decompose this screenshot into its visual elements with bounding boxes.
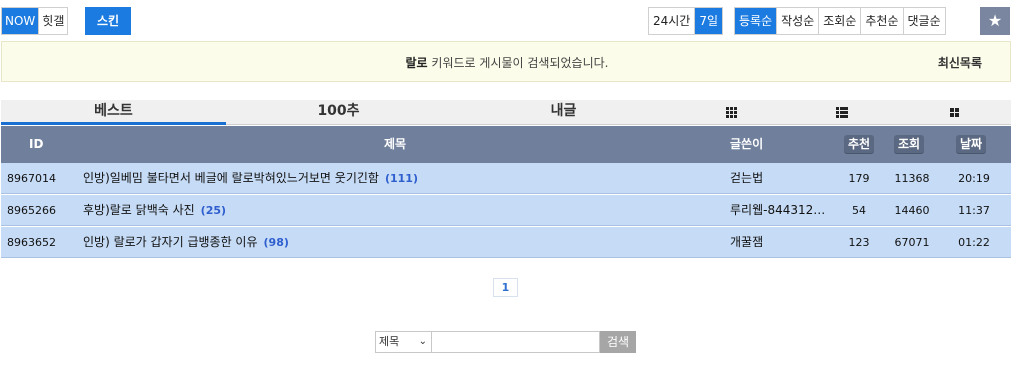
header-author: 글쓴이 — [730, 137, 764, 151]
filter-7d-button[interactable]: 7일 — [695, 8, 723, 34]
sort-recommend-button[interactable]: 추천순 — [861, 8, 904, 34]
time-filter-group: 24시간 7일 — [648, 7, 724, 35]
post-title-text[interactable]: 인방)일베밈 불타면서 베글에 랄로박혀있느거보면 웃기긴함 — [83, 171, 379, 185]
sort-comments-button[interactable]: 댓글순 — [903, 8, 945, 34]
tab-best[interactable]: 베스트 — [1, 100, 226, 125]
table-row[interactable]: 8963652 인방) 랄로가 갑자기 급뱅종한 이유 (98) 개꿀잼 123 … — [1, 227, 1011, 258]
header-id: ID — [29, 137, 44, 151]
header-title: 제목 — [384, 137, 407, 151]
post-id: 8965266 — [7, 204, 56, 217]
post-recommend: 179 — [848, 172, 870, 185]
chevron-down-icon: ⌄ — [418, 336, 427, 347]
search-button[interactable]: 검색 — [600, 331, 636, 353]
table-header: ID 제목 글쓴이 추천 조회 날짜 — [1, 126, 1011, 163]
page-1-link[interactable]: 1 — [493, 278, 518, 297]
now-gallery-toggle: NOW 힛갤 — [1, 7, 69, 35]
recommend-sort-pill[interactable]: 추천 — [844, 135, 875, 153]
search-type-value: 제목 — [379, 335, 400, 348]
post-title[interactable]: 후방)랄로 닭백숙 사진 (25) — [83, 195, 226, 226]
skin-button[interactable]: 스킨 — [85, 7, 131, 35]
sort-filter-group: 등록순 작성순 조회순 추천순 댓글순 — [734, 7, 946, 35]
post-recommend: 123 — [848, 236, 870, 249]
table-row[interactable]: 8965266 후방)랄로 닭백숙 사진 (25) 루리웹-8443128… 54… — [1, 195, 1011, 226]
post-author[interactable]: 루리웹-8443128… — [730, 195, 830, 226]
notice-keyword: 랄로 — [405, 56, 428, 70]
list-view-icon[interactable] — [786, 100, 898, 125]
sort-views-button[interactable]: 조회순 — [819, 8, 862, 34]
post-views: 14460 — [894, 204, 930, 217]
filter-24h-button[interactable]: 24시간 — [649, 8, 696, 34]
comment-count[interactable]: (111) — [385, 172, 418, 185]
search-result-notice: 랄로 키워드로 게시물이 검색되었습니다. 최신목록 — [1, 41, 1011, 82]
header-views[interactable]: 조회 — [894, 126, 925, 163]
post-title[interactable]: 인방) 랄로가 갑자기 급뱅종한 이유 (98) — [83, 227, 289, 258]
board-tabs: 베스트 100추 내글 — [1, 100, 1011, 125]
post-views: 11368 — [894, 172, 930, 185]
post-date: 11:37 — [958, 204, 990, 217]
post-title-text[interactable]: 후방)랄로 닭백숙 사진 — [83, 203, 195, 217]
tab-my-posts[interactable]: 내글 — [451, 100, 676, 125]
header-recommend[interactable]: 추천 — [844, 126, 875, 163]
post-title-text[interactable]: 인방) 랄로가 갑자기 급뱅종한 이유 — [83, 235, 258, 249]
tab-100[interactable]: 100추 — [226, 100, 451, 125]
search-input[interactable] — [432, 331, 600, 353]
latest-list-link[interactable]: 최신목록 — [938, 54, 982, 71]
post-id: 8967014 — [7, 172, 56, 185]
notice-message: 랄로 키워드로 게시물이 검색되었습니다. — [2, 54, 1012, 71]
views-sort-pill[interactable]: 조회 — [894, 135, 925, 153]
comment-count[interactable]: (25) — [201, 204, 226, 217]
post-recommend: 54 — [852, 204, 866, 217]
top-toolbar: NOW 힛갤 스킨 24시간 7일 등록순 작성순 조회순 추천순 댓글순 ★ — [0, 0, 1016, 40]
post-views: 67071 — [894, 236, 930, 249]
notice-text: 키워드로 게시물이 검색되었습니다. — [427, 56, 609, 70]
card-view-icon[interactable] — [898, 100, 1011, 125]
post-author[interactable]: 걷는법 — [730, 163, 830, 194]
date-sort-pill[interactable]: 날짜 — [956, 135, 987, 153]
post-date: 20:19 — [958, 172, 990, 185]
table-row[interactable]: 8967014 인방)일베밈 불타면서 베글에 랄로박혀있느거보면 웃기긴함 (1… — [1, 163, 1011, 194]
hit-gallery-button[interactable]: 힛갤 — [39, 8, 68, 34]
grid-view-icon[interactable] — [676, 100, 786, 125]
now-button[interactable]: NOW — [2, 8, 40, 34]
search-bar: 제목 ⌄ 검색 — [375, 331, 636, 353]
header-date[interactable]: 날짜 — [956, 126, 987, 163]
search-type-select[interactable]: 제목 ⌄ — [375, 331, 432, 353]
sort-registered-button[interactable]: 등록순 — [735, 8, 778, 34]
post-author[interactable]: 개꿀잼 — [730, 227, 830, 258]
post-id: 8963652 — [7, 236, 56, 249]
post-title[interactable]: 인방)일베밈 불타면서 베글에 랄로박혀있느거보면 웃기긴함 (111) — [83, 163, 418, 194]
comment-count[interactable]: (98) — [264, 236, 289, 249]
sort-written-button[interactable]: 작성순 — [777, 8, 820, 34]
star-icon[interactable]: ★ — [980, 7, 1010, 35]
post-date: 01:22 — [958, 236, 990, 249]
